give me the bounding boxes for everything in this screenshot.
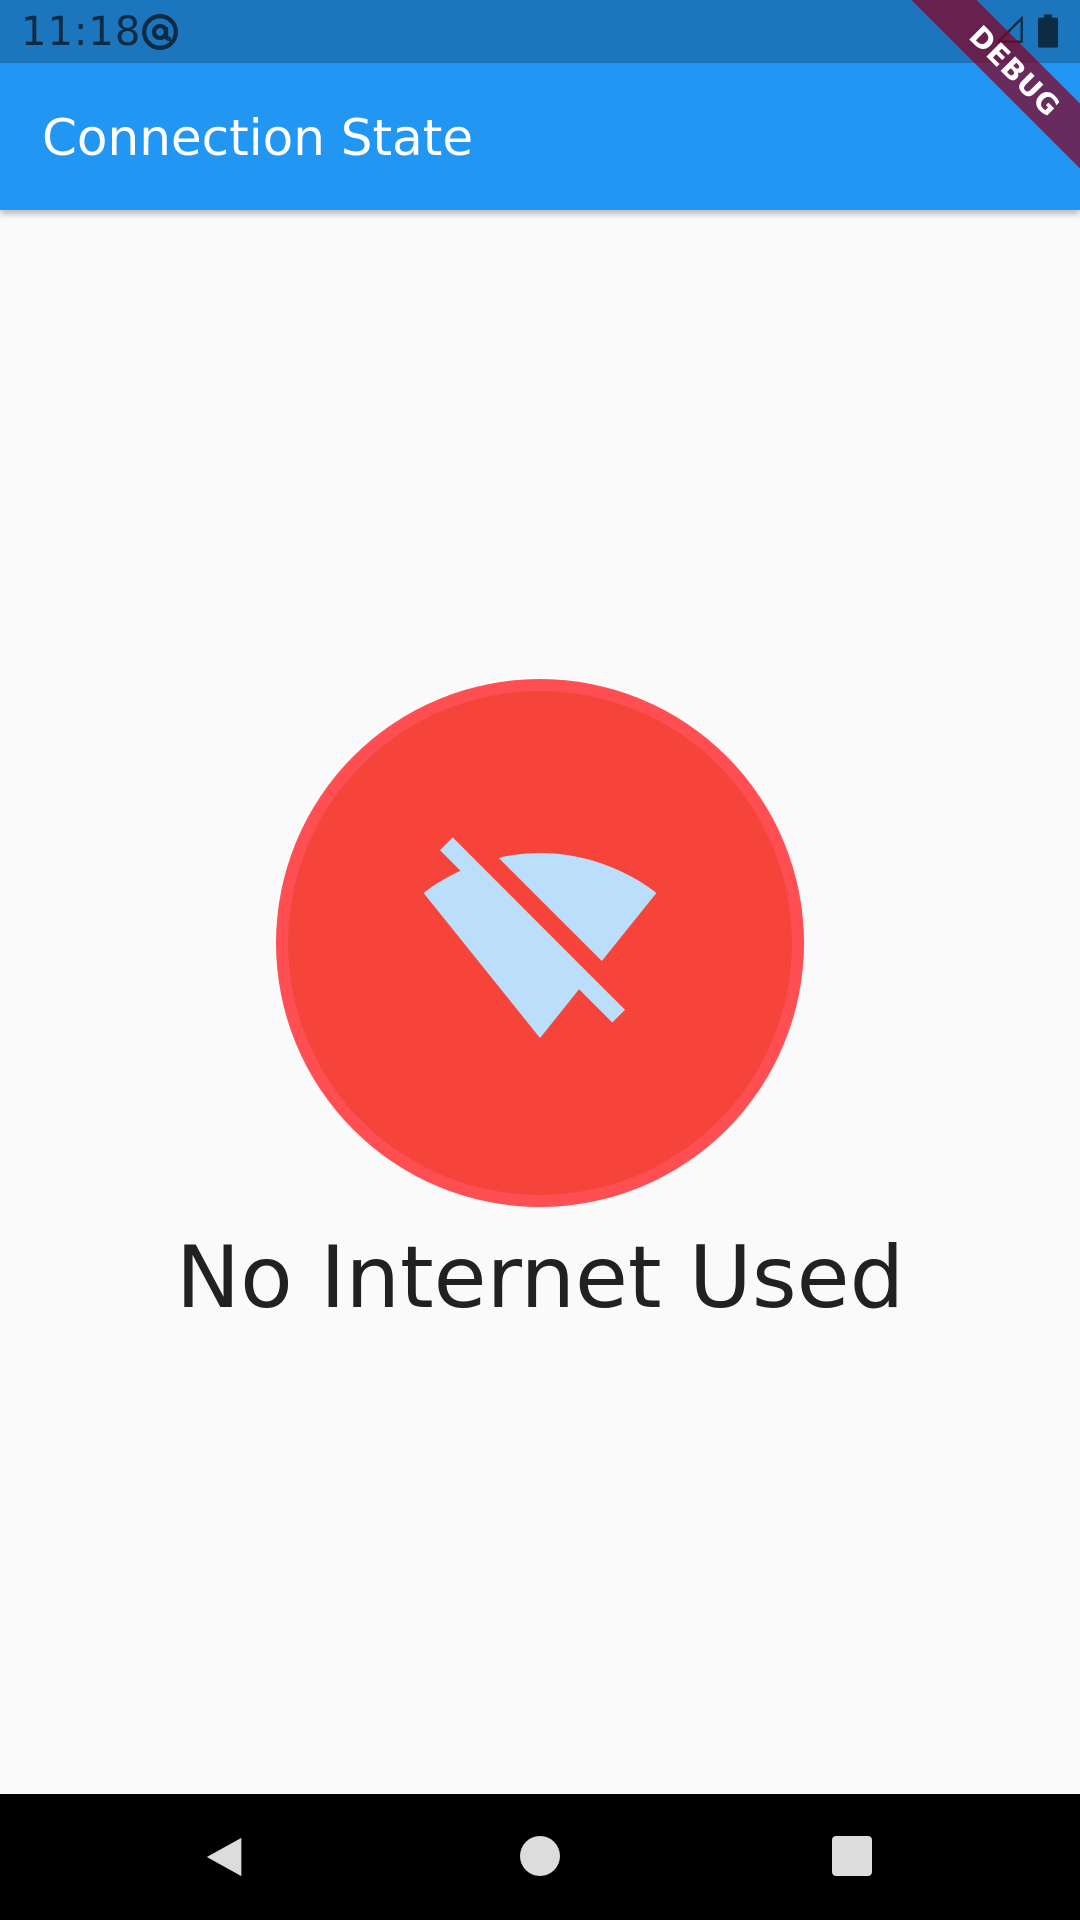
at-sign-icon: [142, 14, 178, 50]
home-icon[interactable]: [520, 1836, 560, 1876]
page-title: Connection State: [42, 109, 474, 167]
status-time: 11:18: [21, 9, 142, 55]
wifi-off-icon: [423, 837, 657, 1038]
battery-icon: [1038, 14, 1058, 48]
connection-status-message: No Internet Used: [175, 1228, 905, 1328]
system-nav-bar: [0, 1794, 1080, 1920]
back-icon[interactable]: [203, 1834, 249, 1880]
connection-status-circle: [276, 679, 804, 1207]
status-bar: 11:18: [0, 0, 1080, 63]
connection-status-circle-fill: [288, 691, 792, 1195]
app-bar: Connection State: [0, 63, 1080, 210]
recent-apps-icon[interactable]: [832, 1836, 872, 1876]
screen: 11:18 Connection State DEBUG No Internet…: [0, 0, 1080, 1920]
